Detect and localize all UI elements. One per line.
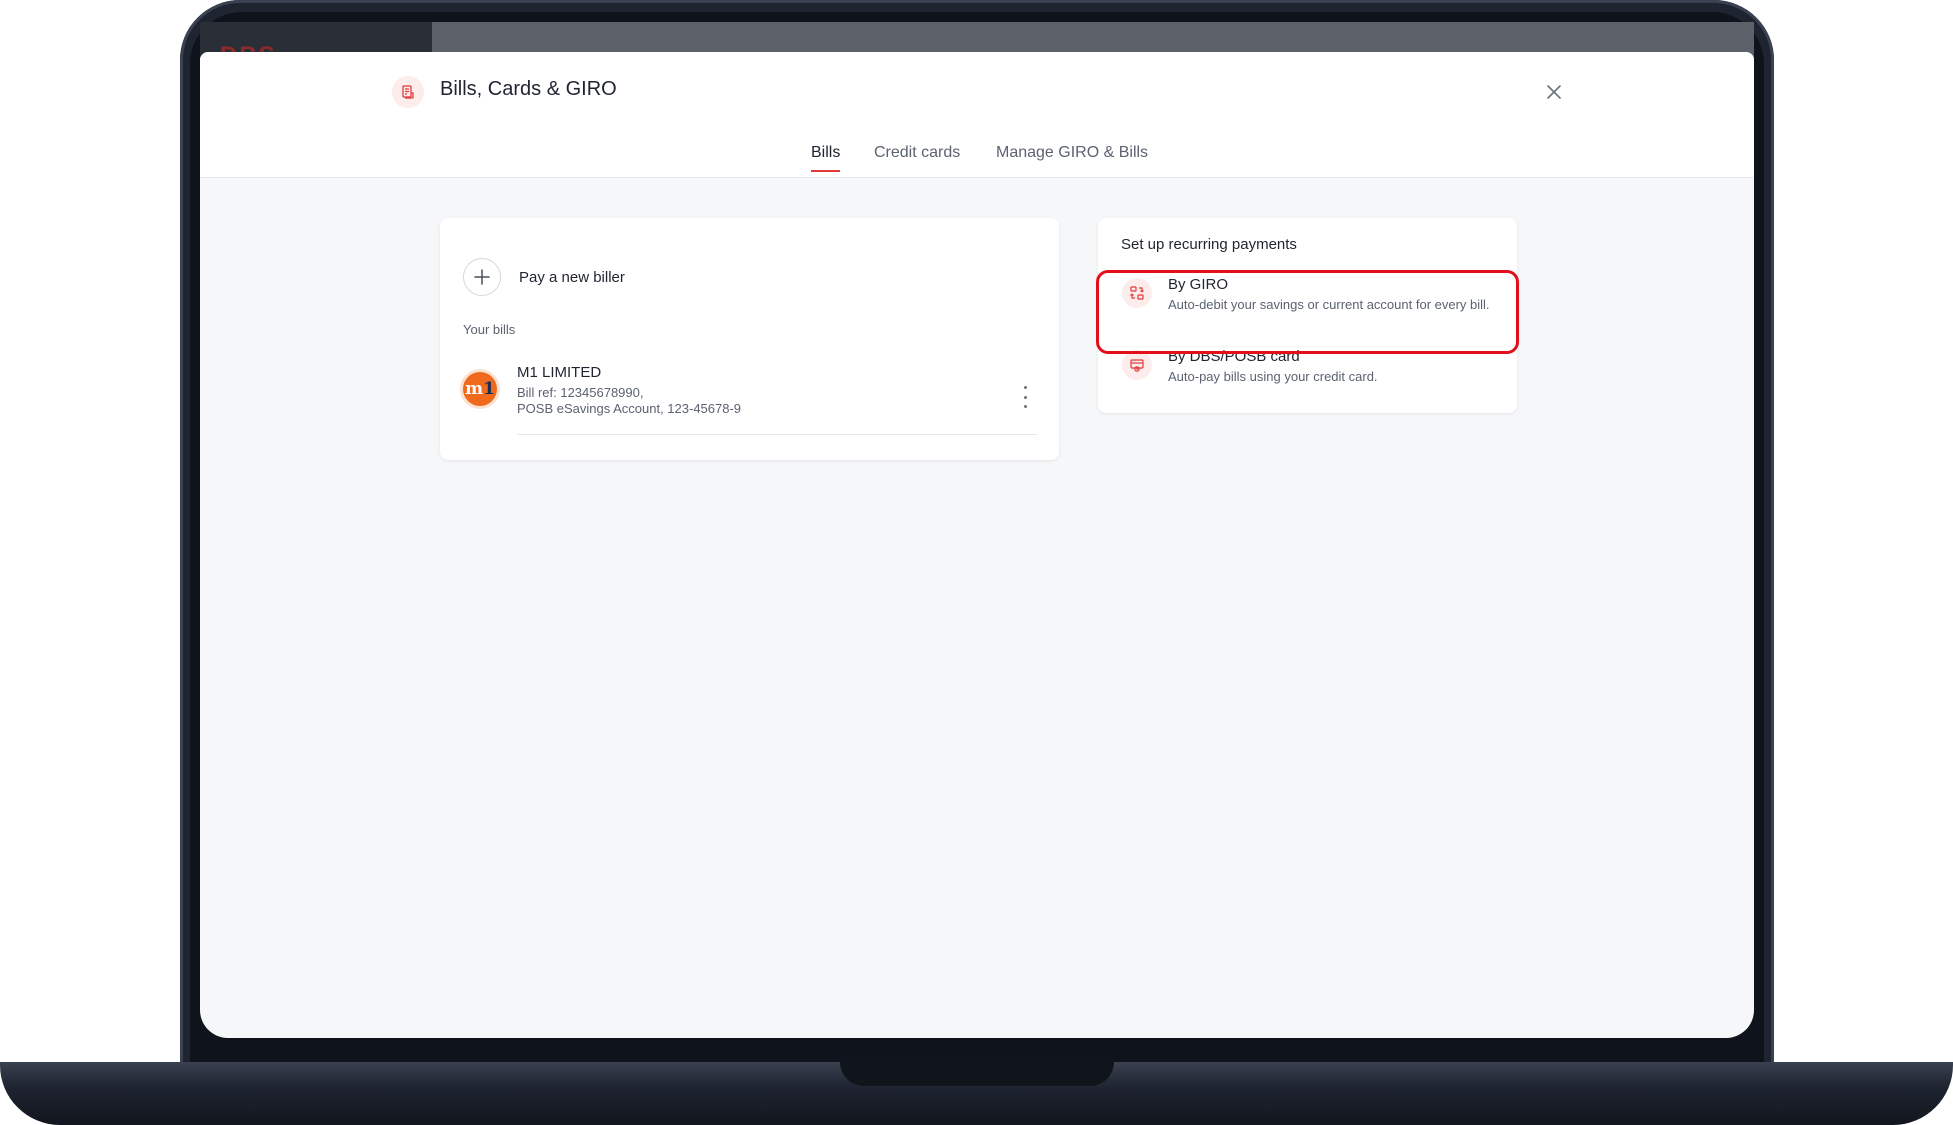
option-by-giro[interactable]: By GIRO Auto-debit your savings or curre… [1098, 274, 1517, 340]
tab-bar: Bills Credit cards Manage GIRO & Bills [200, 144, 1754, 177]
bill-item[interactable]: m1 M1 LIMITED Bill ref: 12345678990, POS… [463, 364, 1037, 436]
recurring-heading: Set up recurring payments [1121, 236, 1297, 253]
pay-new-biller-button[interactable]: Pay a new biller [463, 258, 625, 296]
divider [517, 434, 1037, 435]
receipt-icon [392, 76, 424, 108]
biller-name: M1 LIMITED [517, 364, 602, 381]
tab-credit-cards[interactable]: Credit cards [874, 144, 960, 170]
bill-ref: Bill ref: 12345678990, [517, 385, 644, 400]
laptop-notch [840, 1062, 1114, 1086]
close-button[interactable] [1542, 80, 1566, 104]
close-icon [1547, 85, 1561, 99]
your-bills-label: Your bills [463, 322, 516, 337]
pay-new-biller-label: Pay a new biller [519, 268, 625, 286]
giro-title: By GIRO [1168, 276, 1229, 293]
page-title: Bills, Cards & GIRO [440, 78, 617, 100]
giro-transfer-icon [1122, 278, 1152, 308]
bills-card: Pay a new biller Your bills m1 M1 LIMITE… [440, 218, 1059, 460]
tab-manage-giro-bills[interactable]: Manage GIRO & Bills [996, 144, 1148, 170]
card-option-description: Auto-pay bills using your credit card. [1168, 369, 1378, 384]
card-payment-icon [1122, 350, 1152, 380]
bill-details: Bill ref: 12345678990, POSB eSavings Acc… [517, 385, 741, 417]
giro-description: Auto-debit your savings or current accou… [1168, 297, 1490, 312]
recurring-payments-card: Set up recurring payments By GIRO Auto-d… [1098, 218, 1517, 413]
m1-logo: m1 [463, 372, 497, 406]
modal-header: Bills, Cards & GIRO Bills Credit cards M… [200, 52, 1754, 178]
more-vertical-icon[interactable] [1017, 386, 1033, 408]
tab-bills[interactable]: Bills [811, 144, 841, 172]
option-by-card[interactable]: By DBS/POSB card Auto-pay bills using yo… [1098, 346, 1517, 398]
screen: Bills, Cards & GIRO Bills Credit cards M… [200, 52, 1754, 1038]
bill-account: POSB eSavings Account, 123-45678-9 [517, 401, 742, 416]
plus-icon [463, 258, 501, 296]
card-option-title: By DBS/POSB card [1168, 348, 1300, 365]
